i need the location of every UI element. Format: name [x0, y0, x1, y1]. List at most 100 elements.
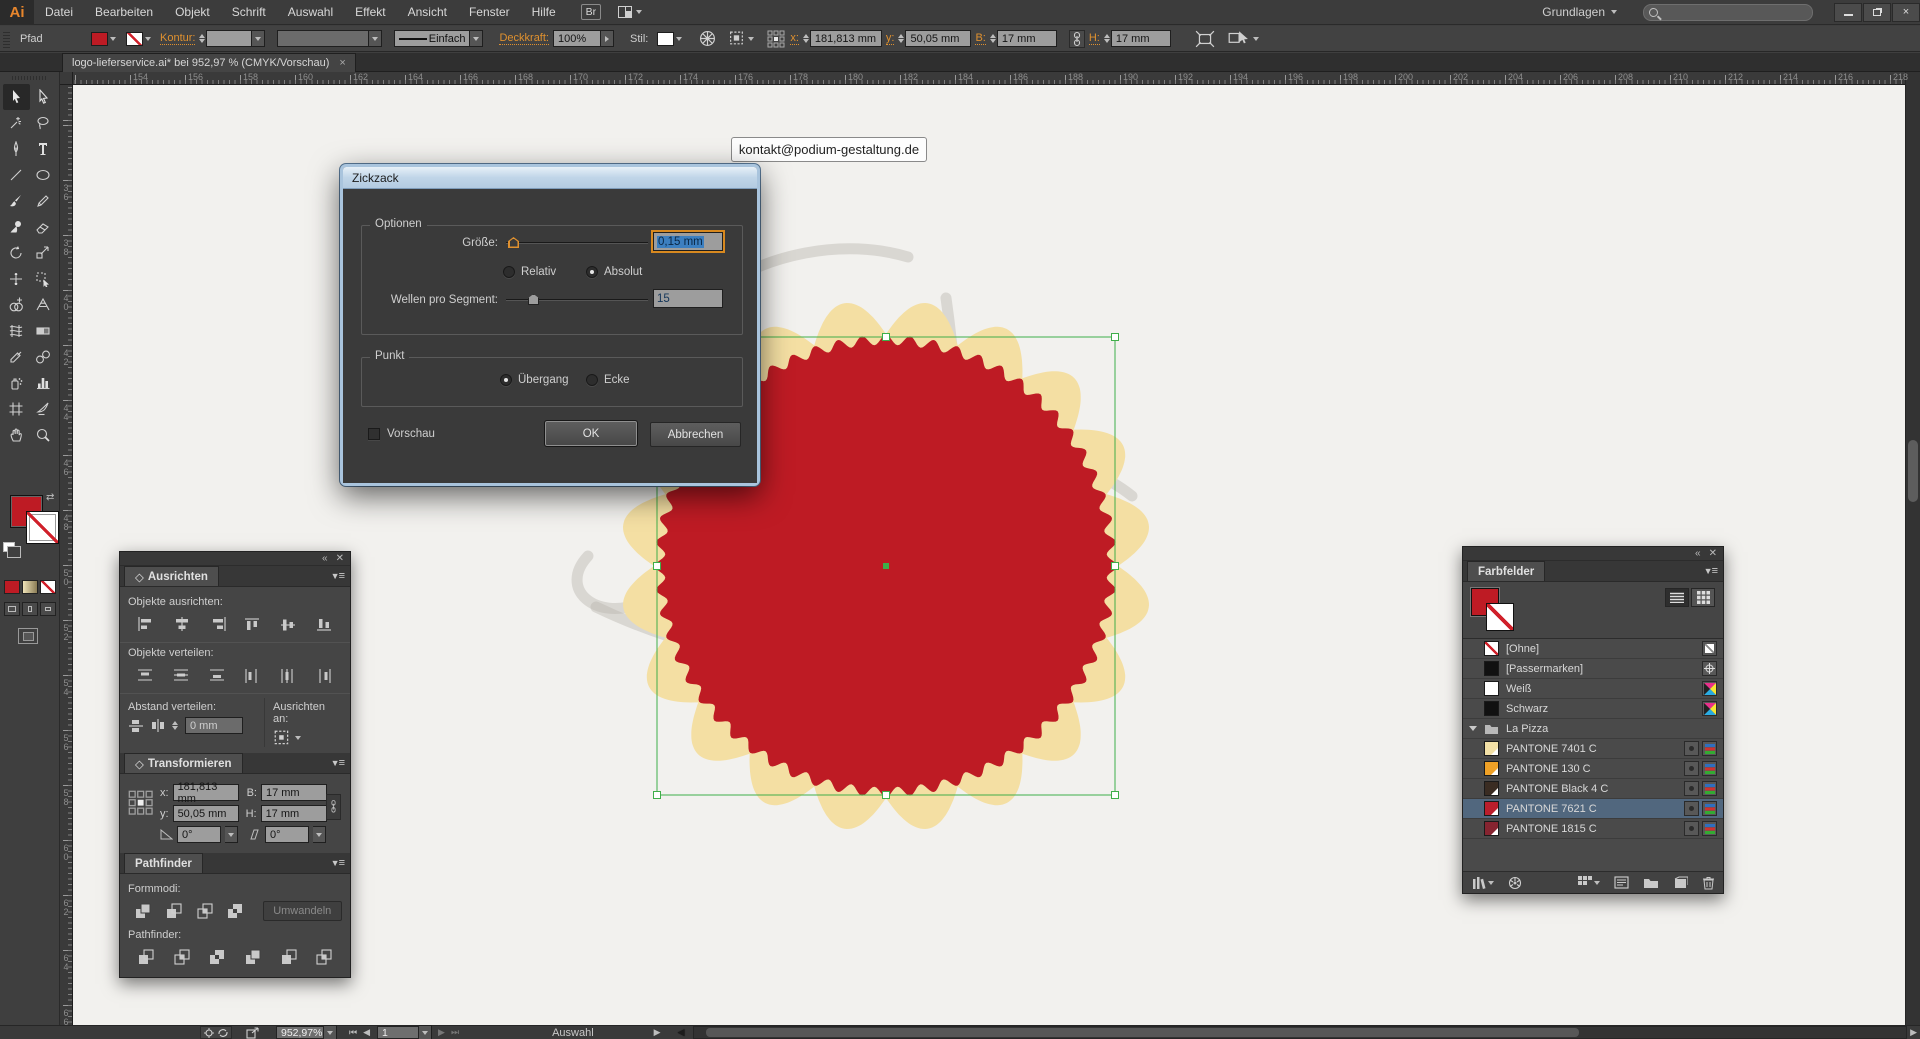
swatch-group-row[interactable]: La Pizza: [1463, 719, 1723, 739]
panel-menu-icon[interactable]: ▼≡: [331, 857, 344, 869]
select-similar-icon[interactable]: [728, 30, 746, 47]
horizontal-scrollbar-thumb[interactable]: [706, 1028, 1578, 1037]
menu-hilfe[interactable]: Hilfe: [521, 0, 567, 25]
swatch-row[interactable]: PANTONE 1815 C: [1463, 819, 1723, 839]
vertical-scrollbar[interactable]: [1905, 72, 1920, 1025]
screen-mode-button[interactable]: [18, 628, 38, 644]
tool-lasso-icon[interactable]: [30, 110, 57, 136]
dist-bottom-icon[interactable]: [199, 663, 235, 687]
selection-handle[interactable]: [1112, 792, 1119, 799]
pathfinder-trim-icon[interactable]: [164, 945, 200, 969]
tool-pen-icon[interactable]: [3, 136, 30, 162]
tool-paintbrush-icon[interactable]: [3, 188, 30, 214]
groesse-slider-knob[interactable]: [508, 237, 519, 248]
stroke-weight-stepper[interactable]: [199, 34, 205, 43]
dist-top-icon[interactable]: [128, 663, 164, 687]
rotate-dropdown[interactable]: [225, 826, 238, 843]
align-bottom-icon[interactable]: [306, 612, 342, 636]
pathfinder-divide-icon[interactable]: [128, 945, 164, 969]
draw-inside-button[interactable]: [40, 602, 56, 616]
align-to-icon[interactable]: [273, 729, 291, 747]
style-swatch[interactable]: [657, 32, 682, 46]
distribute-spacing-icon[interactable]: [128, 718, 144, 733]
first-artboard-icon[interactable]: ⏮: [349, 1027, 357, 1038]
dialog-title-bar[interactable]: Zickzack: [343, 167, 757, 189]
last-artboard-icon[interactable]: ⏭: [451, 1027, 459, 1038]
x-field[interactable]: 181,813 mm: [810, 30, 882, 47]
groesse-field[interactable]: 0,15 mm: [653, 232, 723, 251]
radio-ecke[interactable]: Ecke: [586, 374, 630, 386]
y-field[interactable]: 50,05 mm: [905, 30, 971, 47]
pathfinder-merge-icon[interactable]: [199, 945, 235, 969]
show-swatch-kinds-icon[interactable]: [1578, 876, 1600, 889]
deckkraft-link[interactable]: Deckkraft:: [499, 32, 549, 45]
hscroll-right-arrow-icon[interactable]: ▶: [1910, 1027, 1917, 1038]
umwandeln-button[interactable]: Umwandeln: [263, 901, 342, 921]
menu-auswahl[interactable]: Auswahl: [277, 0, 344, 25]
tool-rotate-icon[interactable]: [3, 240, 30, 266]
restore-icon[interactable]: [1863, 3, 1891, 22]
swatch-row[interactable]: [Passermarken]: [1463, 659, 1723, 679]
selection-center-anchor[interactable]: [883, 563, 889, 569]
tab-close-icon[interactable]: ×: [339, 57, 345, 69]
tool-gradient-icon[interactable]: [30, 318, 57, 344]
b-field[interactable]: 17 mm: [997, 30, 1057, 47]
align-left-icon[interactable]: [128, 612, 164, 636]
tool-eraser-icon[interactable]: [30, 214, 57, 240]
tab-pathfinder[interactable]: Pathfinder: [124, 853, 203, 873]
tool-eyedropper-icon[interactable]: [3, 344, 30, 370]
hscroll-left-arrow-icon[interactable]: ◀: [678, 1027, 685, 1038]
radio-relativ[interactable]: Relativ: [503, 266, 556, 278]
opacity-dropdown[interactable]: [601, 30, 614, 47]
wellen-slider[interactable]: [506, 293, 648, 306]
wellen-field[interactable]: 15: [653, 289, 723, 308]
color-themes-icon[interactable]: [1508, 876, 1522, 890]
transform-y-field[interactable]: 50,05 mm: [173, 805, 239, 822]
next-artboard-icon[interactable]: ▶: [438, 1027, 445, 1038]
selection-handle[interactable]: [1112, 563, 1119, 570]
width-profile-dropdown[interactable]: [369, 30, 382, 47]
dist-right-icon[interactable]: [306, 663, 342, 687]
vertical-ruler[interactable]: 36384042444648505254565860626466: [60, 85, 73, 1025]
tool-free-transform-icon[interactable]: [30, 266, 57, 292]
menu-effekt[interactable]: Effekt: [344, 0, 396, 25]
constrain-proportions-icon[interactable]: [326, 794, 341, 820]
selection-handle[interactable]: [654, 563, 661, 570]
menu-objekt[interactable]: Objekt: [164, 0, 221, 25]
h-link[interactable]: H:: [1089, 32, 1100, 45]
b-stepper[interactable]: [990, 34, 996, 43]
artboard-number-field[interactable]: 1: [377, 1026, 419, 1039]
status-options-button[interactable]: [200, 1026, 232, 1039]
tool-column-graph-icon[interactable]: [30, 370, 57, 396]
tool-blob-brush-icon[interactable]: [3, 214, 30, 240]
transform-h-field[interactable]: 17 mm: [261, 805, 327, 822]
workspace-switcher[interactable]: Grundlagen: [1542, 5, 1617, 19]
fit-artboard-icon[interactable]: [1195, 30, 1215, 48]
radio-uebergang[interactable]: Übergang: [500, 374, 569, 386]
document-tab[interactable]: logo-lieferservice.ai* bei 952,97 % (CMY…: [62, 53, 356, 72]
selection-handle[interactable]: [654, 792, 661, 799]
abstand-field[interactable]: 0 mm: [185, 717, 243, 734]
new-color-group-icon[interactable]: [1643, 876, 1659, 889]
abstand-stepper[interactable]: [172, 721, 178, 730]
y-link[interactable]: y:: [886, 32, 895, 45]
color-mode-button[interactable]: [4, 580, 20, 594]
transform-b-field[interactable]: 17 mm: [261, 784, 327, 801]
align-top-icon[interactable]: [235, 612, 271, 636]
swatch-row[interactable]: PANTONE 130 C: [1463, 759, 1723, 779]
constrain-proportions-icon[interactable]: [1069, 30, 1085, 48]
tool-shape-builder-icon[interactable]: [3, 292, 30, 318]
shape-mode-unite-icon[interactable]: [128, 899, 159, 923]
dist-vcenter-icon[interactable]: [164, 663, 200, 687]
swatch-row[interactable]: Schwarz: [1463, 699, 1723, 719]
stroke-proxy[interactable]: [26, 511, 59, 544]
delete-swatch-icon[interactable]: [1702, 876, 1715, 890]
close-panel-icon[interactable]: ✕: [1709, 548, 1717, 559]
gradient-mode-button[interactable]: [22, 580, 38, 594]
swatch-row[interactable]: [Ohne]: [1463, 639, 1723, 659]
pathfinder-crop-icon[interactable]: [235, 945, 271, 969]
panel-menu-icon[interactable]: ▼≡: [331, 570, 344, 582]
kontur-link[interactable]: Kontur:: [160, 32, 195, 45]
menu-bearbeiten[interactable]: Bearbeiten: [84, 0, 164, 25]
dist-left-icon[interactable]: [235, 663, 271, 687]
